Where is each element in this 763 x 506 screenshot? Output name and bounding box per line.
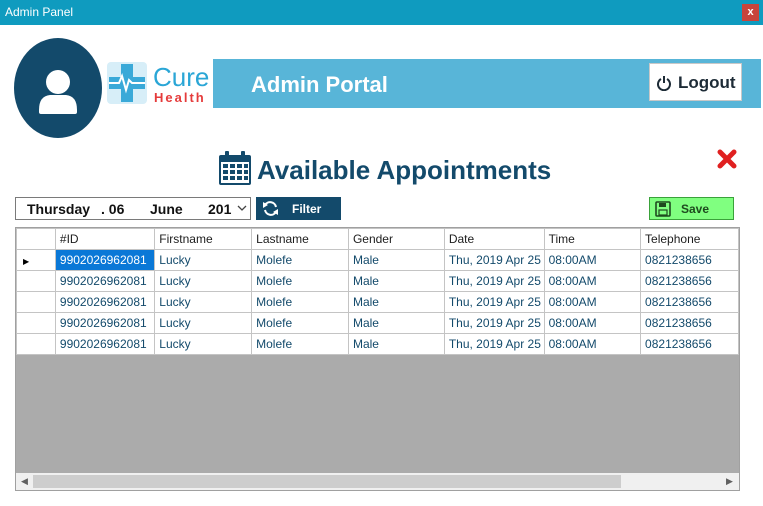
table-cell[interactable]: Thu, 2019 Apr 25 (443, 333, 545, 355)
row-header[interactable] (16, 270, 56, 292)
table-cell[interactable]: 0821238656 (640, 333, 739, 355)
chevron-down-icon[interactable] (236, 200, 248, 216)
horizontal-scrollbar[interactable]: ◀ ▶ (16, 473, 739, 490)
table-cell[interactable]: Male (347, 270, 445, 292)
table-cell[interactable]: 08:00AM (543, 249, 642, 271)
table-cell[interactable]: Thu, 2019 Apr 25 (443, 291, 545, 313)
brand-logo: Cure Health (105, 60, 213, 106)
table-cell[interactable]: 9902026962081 (54, 312, 156, 334)
title-bar: Admin Panel x (0, 0, 763, 25)
table-cell[interactable]: Molefe (251, 291, 349, 313)
row-header[interactable] (16, 333, 56, 355)
date-picker[interactable]: Thursday . 06 June 201 (15, 197, 251, 220)
window-close-button[interactable]: x (742, 4, 759, 21)
table-cell[interactable]: Lucky (154, 270, 253, 292)
power-icon (657, 76, 671, 91)
table-cell[interactable]: 9902026962081 (54, 249, 156, 271)
table-cell[interactable]: Thu, 2019 Apr 25 (443, 249, 545, 271)
table-cell[interactable]: Male (347, 291, 445, 313)
column-header-date[interactable]: Date (443, 228, 545, 250)
table-cell[interactable]: 9902026962081 (54, 291, 156, 313)
table-cell[interactable]: 0821238656 (640, 291, 739, 313)
appointments-table: #ID Firstname Lastname Gender Date Time … (16, 228, 739, 355)
table-row[interactable]: 9902026962081 Lucky Molefe Male Thu, 201… (16, 333, 739, 355)
table-cell[interactable]: Lucky (154, 291, 253, 313)
appointments-grid[interactable]: #ID Firstname Lastname Gender Date Time … (15, 227, 740, 491)
table-cell[interactable]: 0821238656 (640, 249, 739, 271)
column-header-time[interactable]: Time (543, 228, 642, 250)
page-title: Available Appointments (257, 155, 552, 185)
table-cell[interactable]: Lucky (154, 249, 253, 271)
column-header-gender[interactable]: Gender (347, 228, 445, 250)
floppy-disk-icon (655, 201, 671, 217)
table-cell[interactable]: Lucky (154, 333, 253, 355)
column-header-firstname[interactable]: Firstname (154, 228, 253, 250)
calendar-icon (219, 151, 251, 185)
table-row[interactable]: ▶ 9902026962081 Lucky Molefe Male Thu, 2… (16, 249, 739, 271)
table-row[interactable]: 9902026962081 Lucky Molefe Male Thu, 201… (16, 291, 739, 313)
current-row-indicator: ▶ (23, 257, 30, 266)
refresh-icon (263, 201, 278, 216)
date-year[interactable]: 201 (208, 201, 231, 217)
table-cell[interactable]: 08:00AM (543, 333, 642, 355)
row-header[interactable] (16, 291, 56, 313)
table-cell[interactable]: 9902026962081 (54, 333, 156, 355)
table-cell[interactable]: Molefe (251, 270, 349, 292)
cross-logo-icon (107, 62, 147, 104)
scrollbar-thumb[interactable] (33, 475, 621, 488)
row-header[interactable] (16, 312, 56, 334)
table-cell[interactable]: Thu, 2019 Apr 25 (443, 312, 545, 334)
filter-button[interactable]: Filter (256, 197, 341, 220)
table-cell[interactable]: Male (347, 333, 445, 355)
table-cell[interactable]: 08:00AM (543, 291, 642, 313)
table-cell[interactable]: Male (347, 249, 445, 271)
table-row[interactable]: 9902026962081 Lucky Molefe Male Thu, 201… (16, 270, 739, 292)
brand-name-cure: Cure (153, 62, 210, 92)
logout-button[interactable]: Logout (649, 63, 742, 101)
row-header[interactable]: ▶ (16, 249, 56, 271)
column-header-telephone[interactable]: Telephone (640, 228, 739, 250)
avatar (14, 38, 102, 138)
table-row[interactable]: 9902026962081 Lucky Molefe Male Thu, 201… (16, 312, 739, 334)
table-cell[interactable]: 0821238656 (640, 312, 739, 334)
table-cell[interactable]: 9902026962081 (54, 270, 156, 292)
table-cell[interactable]: Male (347, 312, 445, 334)
logout-label: Logout (678, 73, 736, 92)
scroll-left-arrow-icon[interactable]: ◀ (21, 476, 28, 487)
table-cell[interactable]: Molefe (251, 249, 349, 271)
table-cell[interactable]: Molefe (251, 333, 349, 355)
table-cell[interactable]: 0821238656 (640, 270, 739, 292)
table-cell[interactable]: Lucky (154, 312, 253, 334)
column-header-id[interactable]: #ID (54, 228, 156, 250)
filter-label: Filter (292, 202, 322, 216)
scroll-right-arrow-icon[interactable]: ▶ (726, 476, 733, 487)
brand-name-health: Health (154, 90, 206, 105)
table-cell[interactable]: Thu, 2019 Apr 25 (443, 270, 545, 292)
window-title: Admin Panel (5, 5, 74, 19)
user-icon (39, 70, 77, 114)
date-month[interactable]: June (150, 201, 183, 217)
table-cell[interactable]: Molefe (251, 312, 349, 334)
table-cell[interactable]: 08:00AM (543, 312, 642, 334)
save-label: Save (681, 202, 710, 216)
table-cell[interactable]: 08:00AM (543, 270, 642, 292)
table-header-row: #ID Firstname Lastname Gender Date Time … (16, 228, 739, 250)
date-day[interactable]: . 06 (101, 201, 124, 217)
date-weekday[interactable]: Thursday (27, 201, 90, 217)
save-button[interactable]: Save (649, 197, 734, 220)
close-x-icon[interactable] (716, 148, 738, 170)
header-title: Admin Portal (251, 72, 388, 97)
row-header-corner (16, 228, 56, 250)
column-header-lastname[interactable]: Lastname (251, 228, 349, 250)
